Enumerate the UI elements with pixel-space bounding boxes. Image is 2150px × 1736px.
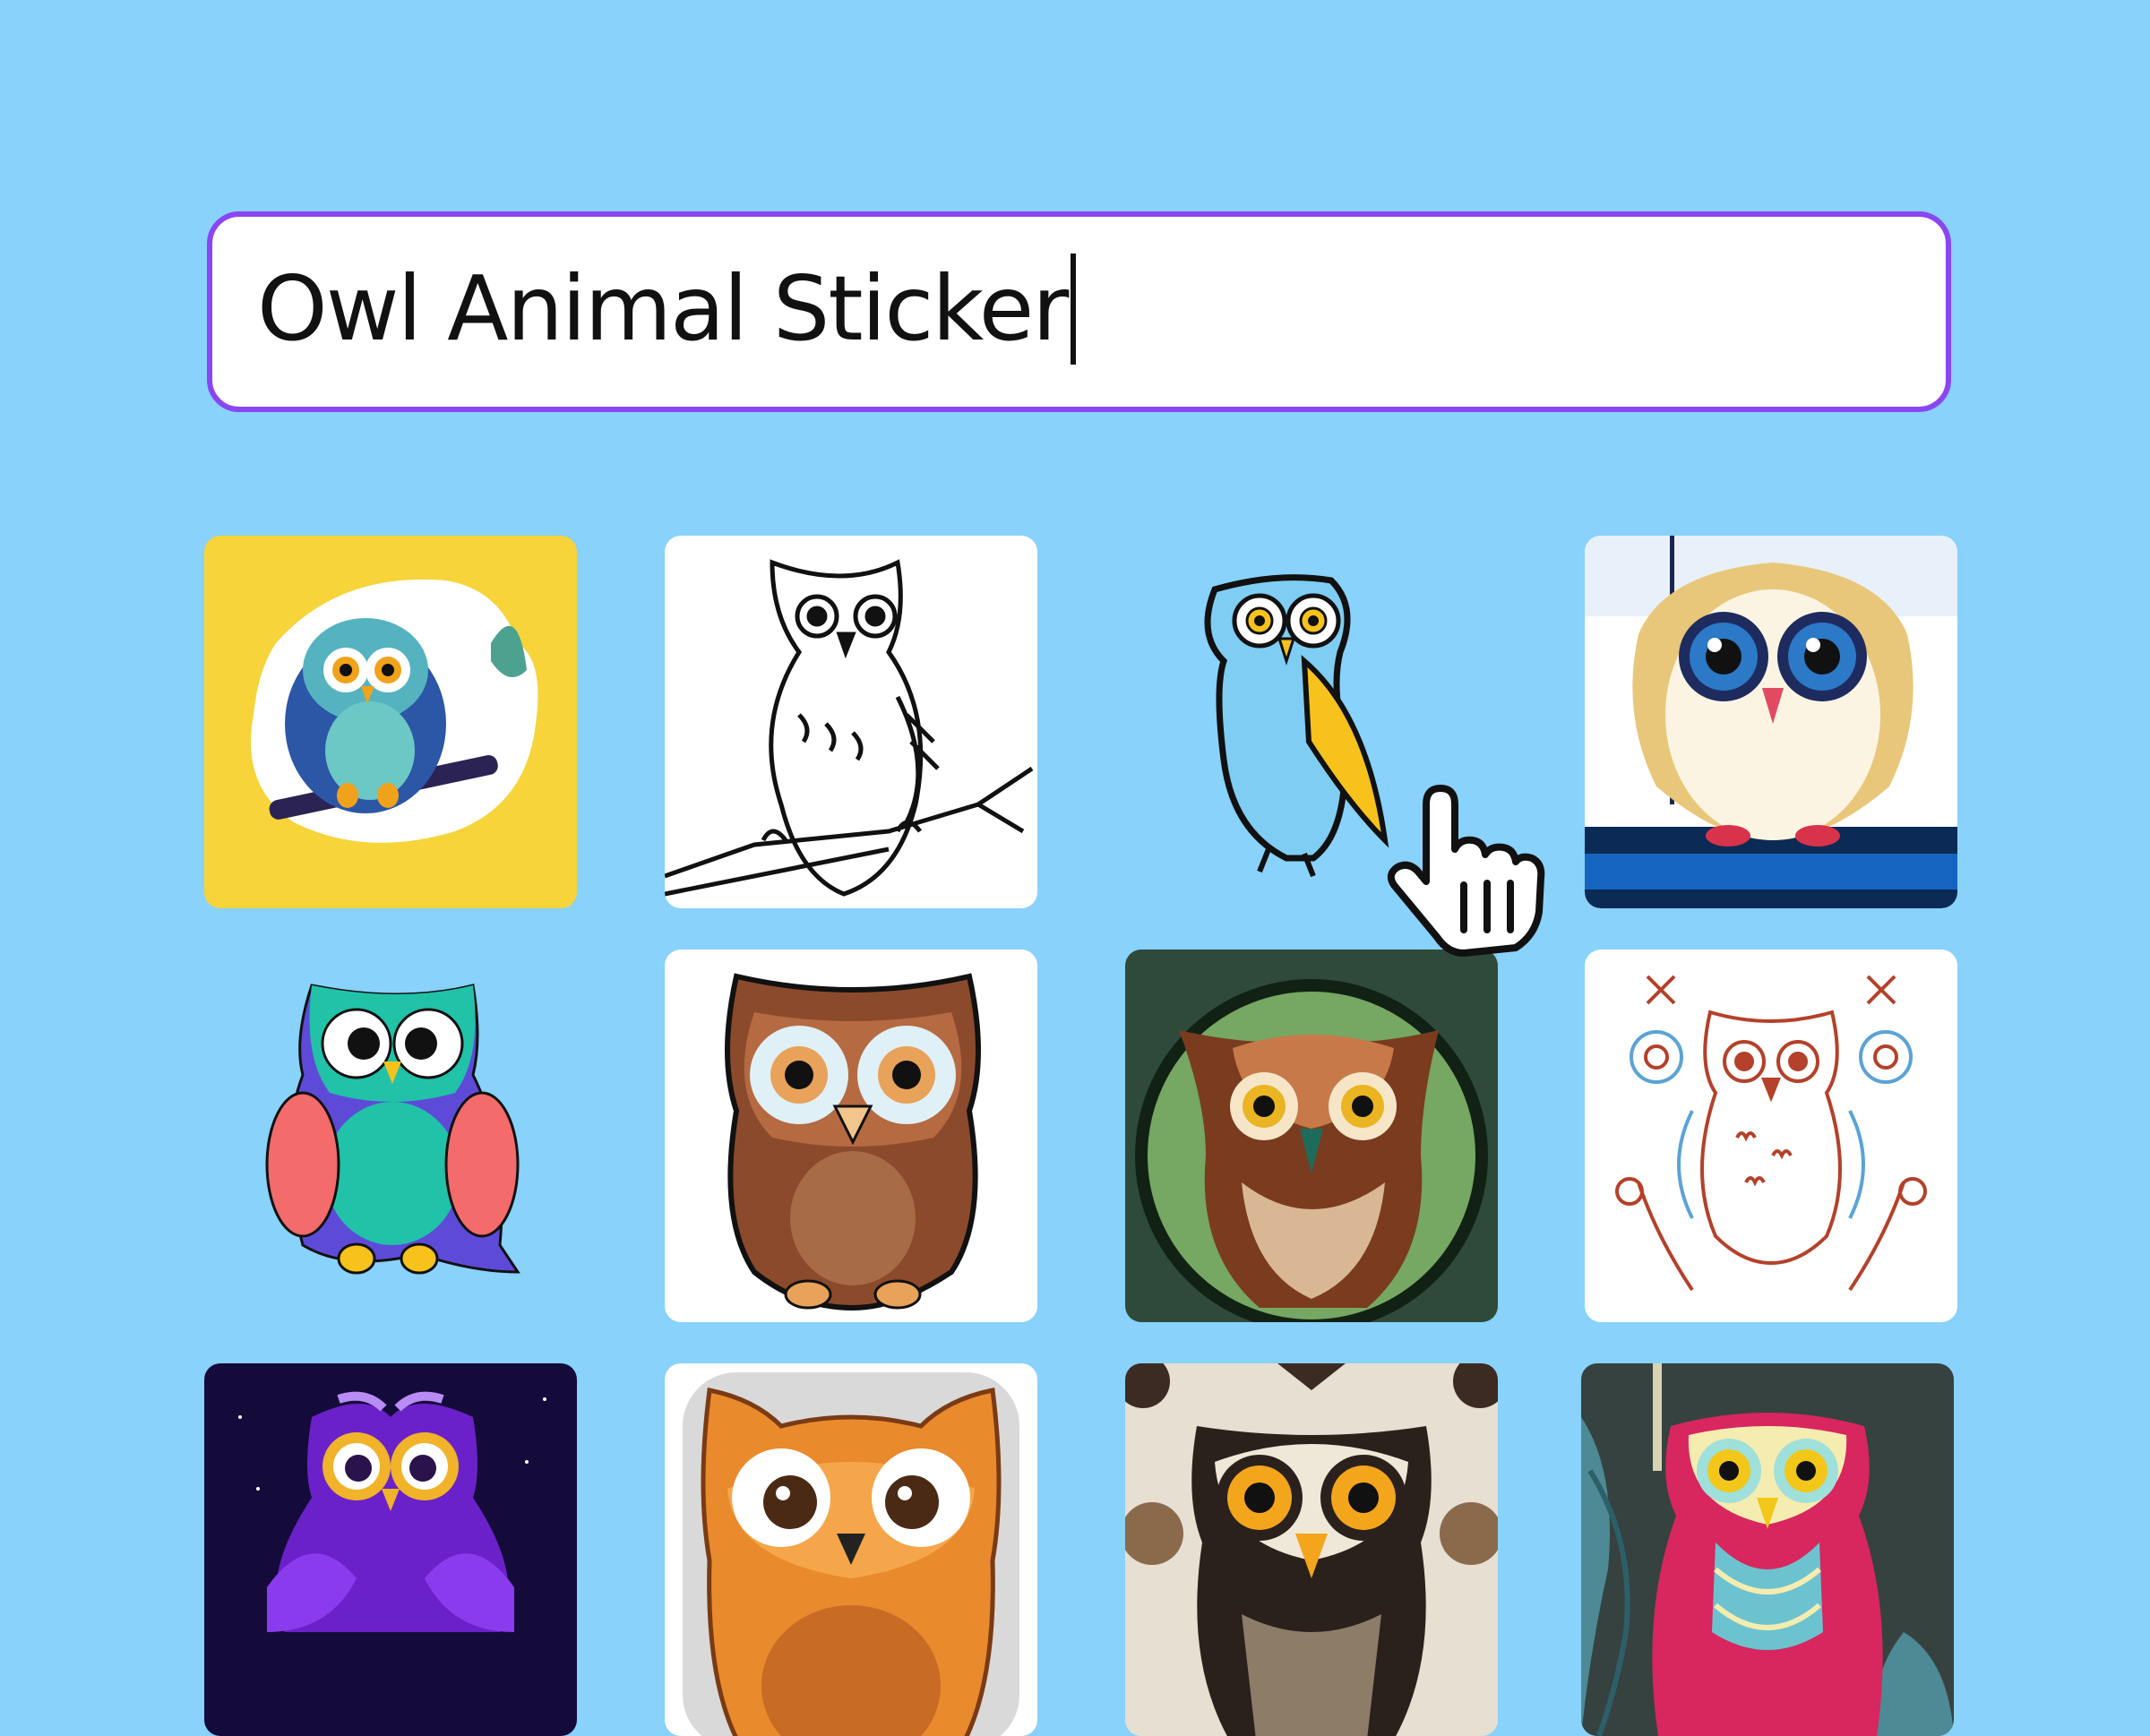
result-tile-5[interactable] xyxy=(204,950,577,1322)
result-tile-4[interactable] xyxy=(1585,536,1957,908)
result-tile-1[interactable] xyxy=(204,536,577,908)
owl-sticker-blue-on-yellow-icon xyxy=(251,579,538,843)
owl-beige-big-eyes-icon xyxy=(1585,536,1957,908)
result-tile-6[interactable] xyxy=(665,950,1037,1322)
owl-teal-purple-cartoon-icon xyxy=(265,984,520,1275)
owl-purple-night-icon xyxy=(238,1391,546,1632)
owl-realistic-circle-badge-icon xyxy=(1135,979,1488,1322)
result-tile-9[interactable] xyxy=(204,1363,577,1736)
hand-pointer-cursor-icon xyxy=(1371,778,1550,957)
result-tile-12[interactable] xyxy=(1581,1363,1954,1736)
search-query-text: Owl Animal Sticker xyxy=(257,253,1077,365)
result-tile-10[interactable] xyxy=(665,1363,1037,1736)
result-tile-7[interactable] xyxy=(1125,950,1498,1322)
search-input[interactable]: Owl Animal Sticker xyxy=(207,211,1951,412)
result-tile-11[interactable] xyxy=(1125,1363,1498,1736)
text-caret xyxy=(1071,253,1077,365)
owl-pink-teal-leaves-icon xyxy=(1581,1363,1954,1736)
result-tile-8[interactable] xyxy=(1585,950,1957,1322)
result-tile-2[interactable] xyxy=(665,536,1037,908)
search-query: Owl Animal Sticker xyxy=(257,256,1069,361)
owl-geometric-portrait-icon xyxy=(1125,1363,1498,1736)
owl-brown-cartoon-icon xyxy=(725,973,981,1311)
owl-line-art-on-branch-icon xyxy=(665,559,1034,897)
owl-folk-art-ornamental-icon xyxy=(1615,975,1927,1292)
owl-orange-cartoon-icon xyxy=(683,1372,1019,1736)
